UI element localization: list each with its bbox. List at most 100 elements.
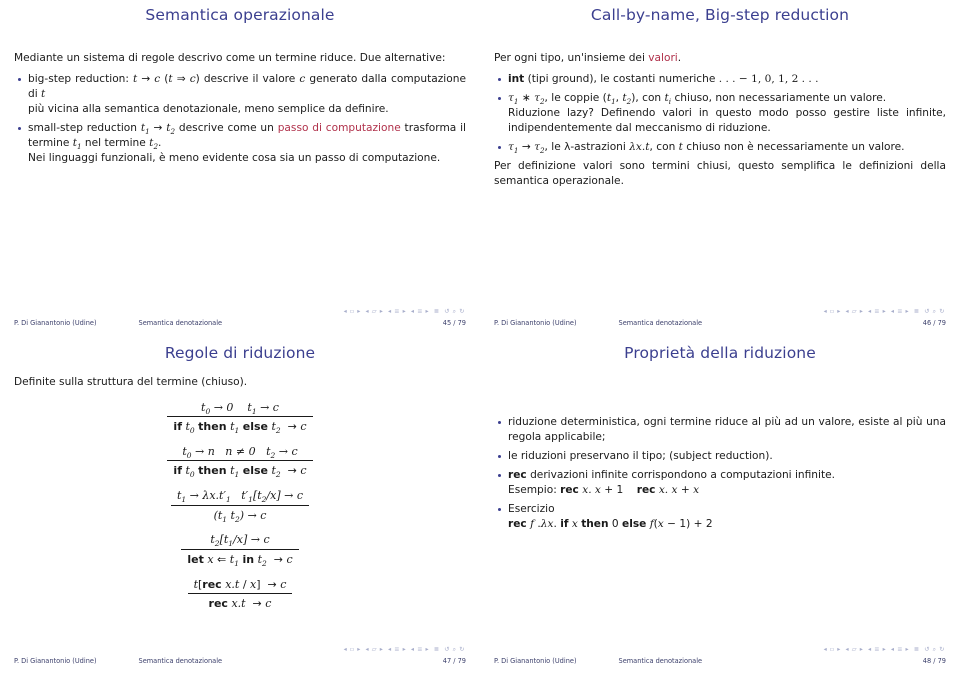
handout-sheet: Semantica operazionale Mediante un siste… — [0, 0, 960, 676]
nav-back-forward-icon[interactable]: ↺ ⌕ ↻ — [444, 646, 465, 653]
list-item: big-step reduction: t → c (t ⇒ c) descri… — [14, 72, 466, 117]
page-title: Call-by-name, Big-step reduction — [590, 6, 850, 24]
nav-doc-icon[interactable]: ≣ — [434, 646, 440, 653]
footer-course: Semantica denotazionale — [138, 657, 223, 665]
rule-premise: t2[t1/x] → c — [181, 532, 299, 550]
bullet-list: int (tipi ground), le costanti numeriche… — [494, 72, 946, 155]
beamer-nav-symbols[interactable]: ◂ ▫ ▸ ◂ ▱ ▸ ◂ ≡ ▸ ◂ ≡ ▸ ≣ ↺ ⌕ ↻ — [823, 646, 946, 654]
outro-paragraph: Per definizione valori sono termini chiu… — [494, 159, 946, 187]
list-item: small-step reduction t1 → t2 descrive co… — [14, 121, 466, 166]
rule-conclusion: (t1 t2) → c — [213, 508, 267, 524]
nav-section-icon[interactable]: ◂ ≡ ▸ — [411, 646, 429, 653]
footer-course: Semantica denotazionale — [138, 319, 223, 327]
rule-premise: t[rec x.t / x] → c — [187, 577, 293, 595]
beamer-nav-symbols[interactable]: ◂ ▫ ▸ ◂ ▱ ▸ ◂ ≡ ▸ ◂ ≡ ▸ ≣ ↺ ⌕ ↻ — [343, 308, 466, 316]
inference-rule: t1 → λx.t′1 t′1[t2/x] → c (t1 t2) → c — [170, 488, 309, 524]
nav-subsection-icon[interactable]: ◂ ≡ ▸ — [388, 646, 406, 653]
nav-subsection-icon[interactable]: ◂ ≡ ▸ — [388, 308, 406, 315]
list-item: τ1 → τ2, le λ-astrazioni λx.t, con t chi… — [494, 140, 946, 155]
footer-author: P. Di Gianantonio (Udine) — [14, 319, 97, 327]
nav-slide-icon[interactable]: ◂ ▫ ▸ — [824, 308, 841, 315]
bullet-subline: Nei linguaggi funzionali, è meno evident… — [28, 151, 441, 164]
slide-4: Proprietà della riduzione riduzione dete… — [480, 338, 960, 676]
nav-doc-icon[interactable]: ≣ — [434, 308, 440, 315]
rule-conclusion: if t0 then t1 else t2 → c — [173, 420, 307, 436]
page-title: Semantica operazionale — [145, 6, 335, 24]
nav-doc-icon[interactable]: ≣ — [914, 308, 920, 315]
nav-frame-icon[interactable]: ◂ ▱ ▸ — [846, 308, 864, 315]
bullet-subline: Esempio: rec x. x + 1 rec x. x + x — [508, 483, 700, 496]
inference-rule: t0 → n n ≠ 0 t2 → c if t0 then t1 else t… — [167, 444, 313, 480]
list-item: riduzione deterministica, ogni termine r… — [494, 415, 946, 445]
footer-course: Semantica denotazionale — [618, 319, 703, 327]
footer-page-number: 46 / 79 — [922, 319, 946, 327]
rule-premise: t0 → 0 t1 → c — [167, 400, 313, 418]
footer-page-number: 48 / 79 — [922, 657, 946, 665]
rule-conclusion: if t0 then t1 else t2 → c — [173, 464, 307, 480]
slide-4-body: riduzione deterministica, ogni termine r… — [494, 415, 946, 532]
bullet-line: Esercizio — [508, 502, 555, 515]
list-item: Esercizio rec f .λx. if x then 0 else f(… — [494, 502, 946, 532]
footer-author: P. Di Gianantonio (Udine) — [494, 319, 577, 327]
intro-paragraph: Per ogni tipo, un'insieme dei valori. — [494, 51, 682, 64]
slide-footer: P. Di Gianantonio (Udine) Semantica deno… — [494, 657, 946, 665]
footer-page-number: 47 / 79 — [442, 657, 466, 665]
nav-slide-icon[interactable]: ◂ ▫ ▸ — [344, 646, 361, 653]
rule-premise: t0 → n n ≠ 0 t2 → c — [167, 444, 313, 462]
slide-footer: P. Di Gianantonio (Udine) Semantica deno… — [494, 319, 946, 327]
list-item: int (tipi ground), le costanti numeriche… — [494, 72, 946, 87]
list-item: τ1 ∗ τ2, le coppie (t1, t2), con ti chiu… — [494, 91, 946, 136]
inference-rule: t[rec x.t / x] → c rec x.t → c — [187, 577, 293, 612]
footer-course: Semantica denotazionale — [618, 657, 703, 665]
list-item: rec derivazioni infinite corrispondono a… — [494, 468, 946, 498]
rule-conclusion: rec x.t → c — [208, 597, 272, 611]
nav-frame-icon[interactable]: ◂ ▱ ▸ — [366, 646, 384, 653]
highlight-text: valori — [648, 51, 678, 64]
list-item: le riduzioni preservano il tipo; (subjec… — [494, 449, 946, 464]
page-title: Proprietà della riduzione — [624, 344, 816, 362]
nav-slide-icon[interactable]: ◂ ▫ ▸ — [824, 646, 841, 653]
bullet-subline: più vicina alla semantica denotazionale,… — [28, 102, 389, 115]
nav-back-forward-icon[interactable]: ↺ ⌕ ↻ — [924, 646, 945, 653]
page-title: Regole di riduzione — [164, 344, 316, 362]
intro-paragraph: Definite sulla struttura del termine (ch… — [14, 375, 248, 388]
nav-section-icon[interactable]: ◂ ≡ ▸ — [891, 646, 909, 653]
footer-author: P. Di Gianantonio (Udine) — [14, 657, 97, 665]
slide-3: Regole di riduzione Definite sulla strut… — [0, 338, 480, 676]
footer-author: P. Di Gianantonio (Udine) — [494, 657, 577, 665]
nav-back-forward-icon[interactable]: ↺ ⌕ ↻ — [444, 308, 465, 315]
slide-2-body: Per ogni tipo, un'insieme dei valori. in… — [494, 51, 946, 189]
bullet-subline: Riduzione lazy? Definendo valori in ques… — [508, 106, 946, 134]
bullet-line: small-step reduction t1 → t2 descrive co… — [28, 121, 466, 151]
inference-rule: t2[t1/x] → c let x ⇐ t1 in t2 → c — [181, 532, 299, 567]
slide-3-body: Definite sulla struttura del termine (ch… — [14, 375, 466, 621]
slide-footer: P. Di Gianantonio (Udine) Semantica deno… — [14, 657, 466, 665]
bullet-list: big-step reduction: t → c (t ⇒ c) descri… — [14, 72, 466, 166]
inference-rule: t0 → 0 t1 → c if t0 then t1 else t2 → c — [167, 400, 313, 436]
bullet-line: τ1 ∗ τ2, le coppie (t1, t2), con ti chiu… — [508, 91, 887, 106]
nav-subsection-icon[interactable]: ◂ ≡ ▸ — [868, 646, 886, 653]
slide-2: Call-by-name, Big-step reduction Per ogn… — [480, 0, 960, 338]
nav-slide-icon[interactable]: ◂ ▫ ▸ — [344, 308, 361, 315]
bullet-line: rec derivazioni infinite corrispondono a… — [508, 468, 835, 481]
bullet-line: riduzione deterministica, ogni termine r… — [508, 415, 946, 443]
nav-doc-icon[interactable]: ≣ — [914, 646, 920, 653]
beamer-nav-symbols[interactable]: ◂ ▫ ▸ ◂ ▱ ▸ ◂ ≡ ▸ ◂ ≡ ▸ ≣ ↺ ⌕ ↻ — [823, 308, 946, 316]
intro-paragraph: Mediante un sistema di regole descrivo c… — [14, 51, 446, 64]
footer-page-number: 45 / 79 — [442, 319, 466, 327]
nav-frame-icon[interactable]: ◂ ▱ ▸ — [366, 308, 384, 315]
beamer-nav-symbols[interactable]: ◂ ▫ ▸ ◂ ▱ ▸ ◂ ≡ ▸ ◂ ≡ ▸ ≣ ↺ ⌕ ↻ — [343, 646, 466, 654]
bullet-list: riduzione deterministica, ogni termine r… — [494, 415, 946, 532]
inference-rules: t0 → 0 t1 → c if t0 then t1 else t2 → c … — [14, 400, 466, 621]
nav-subsection-icon[interactable]: ◂ ≡ ▸ — [868, 308, 886, 315]
highlight-text: passo di computazione — [277, 121, 401, 134]
bullet-line: le riduzioni preservano il tipo; (subjec… — [508, 449, 773, 462]
nav-frame-icon[interactable]: ◂ ▱ ▸ — [846, 646, 864, 653]
nav-section-icon[interactable]: ◂ ≡ ▸ — [411, 308, 429, 315]
nav-section-icon[interactable]: ◂ ≡ ▸ — [891, 308, 909, 315]
bullet-subline: rec f .λx. if x then 0 else f(x − 1) + 2 — [508, 517, 713, 530]
bullet-line: big-step reduction: t → c (t ⇒ c) descri… — [28, 72, 466, 100]
slide-footer: P. Di Gianantonio (Udine) Semantica deno… — [14, 319, 466, 327]
rule-premise: t1 → λx.t′1 t′1[t2/x] → c — [170, 488, 309, 506]
nav-back-forward-icon[interactable]: ↺ ⌕ ↻ — [924, 308, 945, 315]
